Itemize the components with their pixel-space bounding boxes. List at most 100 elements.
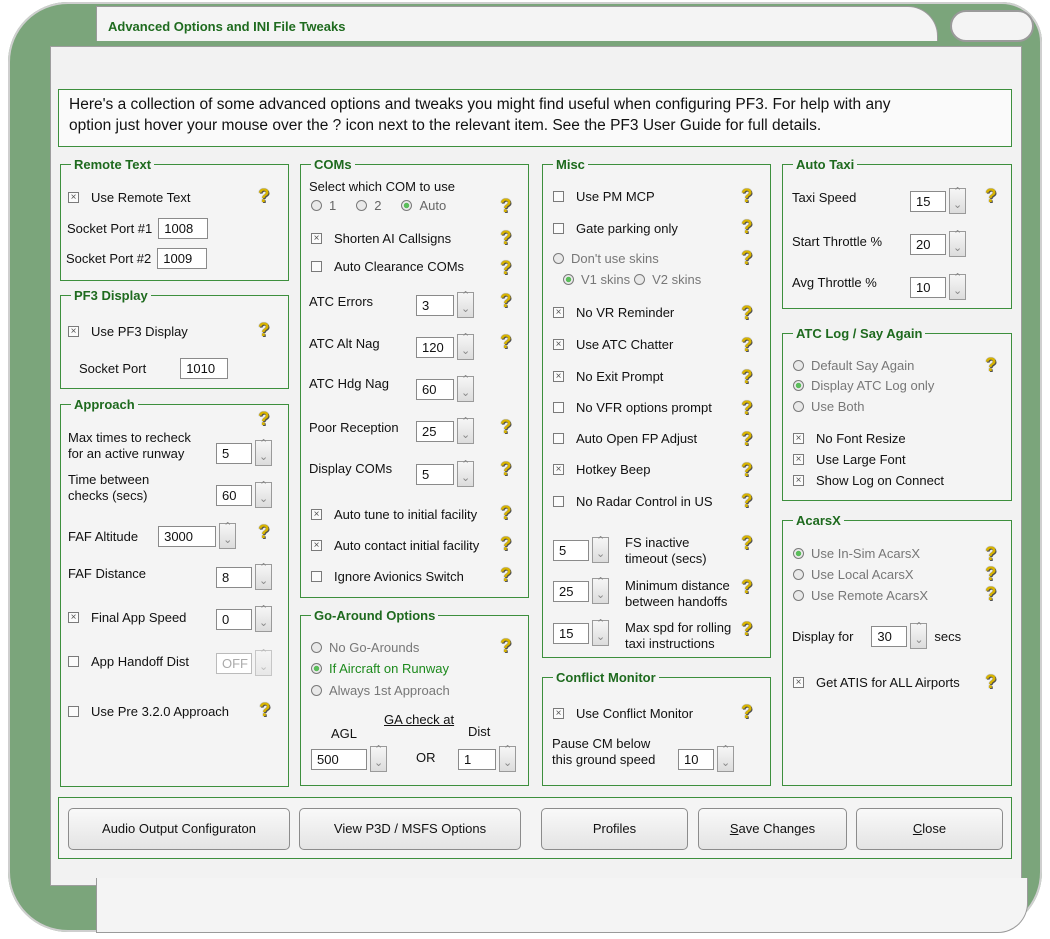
help-icon[interactable]: ? [500, 504, 512, 523]
ignore-avionics-checkbox[interactable]: Ignore Avionics Switch [311, 569, 464, 584]
atc-hdg-nag-stepper[interactable]: 60 [416, 373, 474, 402]
checkbox-box[interactable]: × [793, 454, 804, 465]
local-acarsx-radio[interactable]: Use Local AcarsX [793, 567, 914, 582]
display-for-input[interactable]: 30 [871, 625, 908, 647]
min-distance-stepper[interactable]: 25 [553, 575, 609, 604]
poor-reception-input[interactable]: 25 [416, 420, 454, 442]
checkbox-box[interactable]: × [793, 433, 804, 444]
help-icon[interactable]: ? [258, 523, 270, 542]
help-icon[interactable]: ? [741, 399, 753, 418]
use-both-radio[interactable]: Use Both [793, 399, 864, 414]
help-icon[interactable]: ? [500, 460, 512, 479]
socket-port-2-input[interactable]: 1009 [157, 248, 208, 269]
help-icon[interactable]: ? [985, 356, 997, 375]
checkbox-box[interactable] [553, 433, 564, 444]
fs-inactive-stepper[interactable]: 5 [553, 534, 609, 563]
checkbox-box[interactable]: × [793, 677, 804, 688]
checkbox-box[interactable] [311, 571, 322, 582]
no-font-resize-checkbox[interactable]: × No Font Resize [793, 431, 906, 446]
max-spd-input[interactable]: 15 [553, 622, 589, 644]
dist-stepper[interactable]: 1 [458, 743, 516, 772]
spin-buttons[interactable] [949, 228, 966, 257]
checkbox-box[interactable] [553, 191, 564, 202]
help-icon[interactable]: ? [741, 368, 753, 387]
agl-stepper[interactable]: 500 [311, 743, 387, 772]
v1-skins-radio[interactable] [563, 274, 574, 285]
atc-errors-stepper[interactable]: 3 [416, 289, 474, 318]
faf-altitude-input[interactable]: 3000 [158, 525, 217, 547]
help-icon[interactable]: ? [985, 673, 997, 692]
atc-errors-input[interactable]: 3 [416, 294, 454, 316]
radio[interactable] [793, 380, 804, 391]
help-icon[interactable]: ? [985, 585, 997, 604]
use-pm-mcp-checkbox[interactable]: Use PM MCP [553, 189, 655, 204]
checkbox-box[interactable] [68, 656, 79, 667]
checkbox-box[interactable]: × [553, 464, 564, 475]
spin-buttons[interactable] [457, 331, 474, 360]
radio[interactable] [311, 663, 322, 674]
poor-reception-stepper[interactable]: 25 [416, 415, 474, 444]
use-pf3-display-checkbox[interactable]: × Use PF3 Display [68, 324, 188, 339]
app-handoff-stepper[interactable]: OFF [216, 647, 272, 676]
checkbox-box[interactable]: × [68, 192, 79, 203]
display-atc-log-radio[interactable]: Display ATC Log only [793, 378, 934, 393]
checkbox-box[interactable] [311, 261, 322, 272]
spin-buttons[interactable] [370, 743, 387, 772]
profiles-button[interactable]: Profiles [541, 808, 688, 850]
checkbox-box[interactable]: × [553, 307, 564, 318]
checkbox-box[interactable]: × [553, 708, 564, 719]
radio[interactable] [311, 685, 322, 696]
help-icon[interactable]: ? [258, 321, 270, 340]
checkbox-box[interactable]: × [553, 339, 564, 350]
pre320-approach-checkbox[interactable]: Use Pre 3.2.0 Approach [68, 704, 229, 719]
auto-open-fp-checkbox[interactable]: Auto Open FP Adjust [553, 431, 697, 446]
pf3-socket-port-input[interactable]: 1010 [180, 358, 229, 379]
checkbox-box[interactable] [553, 402, 564, 413]
auto-clearance-coms-checkbox[interactable]: Auto Clearance COMs [311, 259, 464, 274]
min-distance-input[interactable]: 25 [553, 580, 589, 602]
spin-buttons[interactable] [219, 520, 237, 549]
go-around-option-none[interactable]: No Go-Arounds [311, 640, 419, 655]
view-p3d-msfs-button[interactable]: View P3D / MSFS Options [299, 808, 521, 850]
app-handoff-checkbox[interactable]: App Handoff Dist [68, 654, 189, 669]
taxi-speed-input[interactable]: 15 [910, 190, 946, 212]
checkbox-box[interactable]: × [68, 612, 79, 623]
spin-buttons[interactable] [255, 647, 272, 676]
spin-buttons[interactable] [255, 437, 272, 466]
final-app-speed-stepper[interactable]: 0 [216, 603, 272, 632]
com-radio-auto[interactable] [401, 200, 413, 211]
spin-buttons[interactable] [592, 534, 609, 563]
in-sim-acarsx-radio[interactable]: Use In-Sim AcarsX [793, 546, 920, 561]
help-icon[interactable]: ? [500, 259, 512, 278]
fs-inactive-input[interactable]: 5 [553, 539, 589, 561]
radio[interactable] [793, 548, 804, 559]
gate-parking-checkbox[interactable]: Gate parking only [553, 221, 678, 236]
no-radar-control-checkbox[interactable]: No Radar Control in US [553, 494, 713, 509]
radio[interactable] [793, 401, 804, 412]
v2-skins-radio[interactable] [634, 274, 646, 285]
radio[interactable] [793, 590, 804, 601]
help-icon[interactable]: ? [741, 218, 753, 237]
avg-throttle-stepper[interactable]: 10 [910, 271, 966, 300]
atc-alt-nag-stepper[interactable]: 120 [416, 331, 474, 360]
atc-alt-nag-input[interactable]: 120 [416, 336, 454, 358]
auto-contact-checkbox[interactable]: × Auto contact initial facility [311, 538, 479, 553]
spin-buttons[interactable] [255, 603, 272, 632]
display-coms-stepper[interactable]: 5 [416, 458, 474, 487]
radio[interactable] [793, 360, 804, 371]
taxi-speed-stepper[interactable]: 15 [910, 185, 966, 214]
go-around-option-first[interactable]: Always 1st Approach [311, 683, 450, 698]
spin-buttons[interactable] [949, 185, 966, 214]
help-icon[interactable]: ? [741, 304, 753, 323]
help-icon[interactable]: ? [741, 620, 753, 639]
help-icon[interactable]: ? [500, 418, 512, 437]
max-spd-stepper[interactable]: 15 [553, 617, 609, 646]
radio[interactable] [793, 569, 804, 580]
close-button[interactable]: Close [856, 808, 1003, 850]
use-remote-text-checkbox[interactable]: × Use Remote Text [68, 190, 190, 205]
help-icon[interactable]: ? [500, 229, 512, 248]
help-icon[interactable]: ? [741, 430, 753, 449]
spin-buttons[interactable] [457, 289, 474, 318]
help-icon[interactable]: ? [500, 292, 512, 311]
use-atc-chatter-checkbox[interactable]: × Use ATC Chatter [553, 337, 673, 352]
